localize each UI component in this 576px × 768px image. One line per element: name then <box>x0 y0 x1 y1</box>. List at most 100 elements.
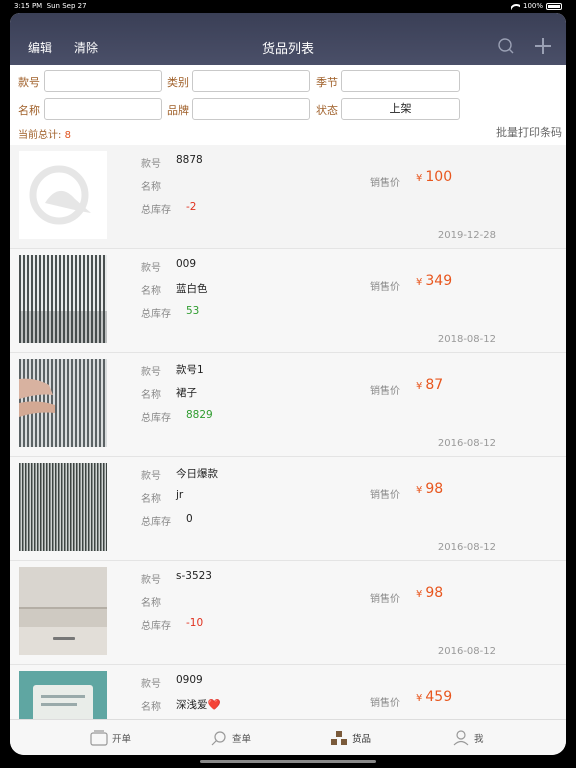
style-no-value: 0909 <box>176 674 203 686</box>
style-no-value: 款号1 <box>176 364 204 376</box>
style-no-label: 款号 <box>141 471 161 482</box>
stock-value: 8829 <box>186 409 213 421</box>
item-date: 2019-12-28 <box>437 230 496 241</box>
item-date: 2016-08-12 <box>437 646 496 657</box>
tab-search-order-label: 查单 <box>232 734 252 745</box>
name-value: 深浅爱❤️ <box>176 699 221 711</box>
price-value: ¥98 <box>416 585 444 601</box>
goods-icon <box>331 731 347 745</box>
battery-percent: 100% <box>522 2 543 10</box>
page-title: 货品列表 <box>261 42 314 57</box>
list-item[interactable]: 款号 0909 名称 深浅爱❤️ 销售价 ¥459 <box>10 665 566 719</box>
price-label: 销售价 <box>370 490 400 501</box>
placeholder-image <box>19 151 107 239</box>
filter-label-category: 类别 <box>167 76 189 89</box>
product-photo <box>19 255 107 343</box>
category-input[interactable] <box>192 70 310 92</box>
season-input[interactable] <box>341 70 460 92</box>
name-label: 名称 <box>141 286 161 297</box>
tab-order-label: 开单 <box>112 734 132 745</box>
batch-print-button[interactable]: 批量打印条码 <box>496 124 562 140</box>
style-no-input[interactable] <box>44 70 162 92</box>
filter-panel: 款号 类别 季节 名称 品牌 状态 上架 <box>10 65 566 145</box>
list-item[interactable]: 款号 8878 名称 总库存 -2 销售价 ¥100 2019-12-28 <box>10 145 566 249</box>
search-order-icon <box>211 731 226 746</box>
style-no-value: 009 <box>176 258 197 270</box>
price-label: 销售价 <box>370 386 400 397</box>
order-icon <box>90 730 108 746</box>
price-value: ¥100 <box>416 169 453 185</box>
app-screen: 编辑 清除 货品列表 款号 类别 季节 名称 品牌 状态 上架 当前总计: 8 … <box>10 13 566 755</box>
tab-me-label: 我 <box>474 734 484 745</box>
product-photo <box>19 359 107 447</box>
price-label: 销售价 <box>370 282 400 293</box>
price-value: ¥349 <box>416 273 453 289</box>
stock-value: -10 <box>186 617 204 629</box>
status-bar: 3:15 PM Sun Sep 27 100% <box>0 0 576 13</box>
price-label: 销售价 <box>370 178 400 189</box>
filter-label-style-no: 款号 <box>18 76 40 89</box>
item-date: 2016-08-12 <box>437 542 496 553</box>
tab-order[interactable]: 开单 <box>90 720 131 755</box>
price-label: 销售价 <box>370 698 400 709</box>
item-date: 2018-08-12 <box>437 334 496 345</box>
stock-value: 0 <box>186 513 193 525</box>
name-label: 名称 <box>141 390 161 401</box>
filter-label-name: 名称 <box>18 104 40 117</box>
name-input[interactable] <box>44 98 162 120</box>
total-count: 当前总计: 8 <box>18 130 71 141</box>
tab-bar: 开单 查单 货品 我 <box>10 719 566 755</box>
stock-value: 53 <box>186 305 200 317</box>
name-value: 蓝白色 <box>176 283 208 295</box>
filter-label-brand: 品牌 <box>167 104 189 117</box>
stock-label: 总库存 <box>141 205 171 216</box>
product-photo <box>19 567 107 655</box>
style-no-label: 款号 <box>141 159 161 170</box>
tab-search-order[interactable]: 查单 <box>210 720 251 755</box>
name-value: 裙子 <box>176 387 197 399</box>
state-select[interactable]: 上架 <box>341 98 460 120</box>
name-label: 名称 <box>141 182 161 193</box>
home-indicator <box>200 760 376 763</box>
style-no-value: 今日爆款 <box>176 468 218 480</box>
price-value: ¥87 <box>416 377 444 393</box>
list-item[interactable]: 款号 009 名称 蓝白色 总库存 53 销售价 ¥349 2018-08-12 <box>10 249 566 353</box>
add-item-icon[interactable] <box>535 38 551 54</box>
goods-list[interactable]: 款号 8878 名称 总库存 -2 销售价 ¥100 2019-12-28 款号… <box>10 145 566 719</box>
price-value: ¥459 <box>416 689 453 705</box>
battery-icon <box>546 2 562 10</box>
style-no-label: 款号 <box>141 679 161 690</box>
search-icon[interactable] <box>498 38 514 54</box>
status-right: 100% <box>511 2 562 10</box>
stock-label: 总库存 <box>141 309 171 320</box>
tab-goods[interactable]: 货品 <box>330 720 371 755</box>
status-time: 3:15 PM Sun Sep 27 <box>14 2 87 10</box>
product-photo <box>19 463 107 551</box>
list-item[interactable]: 款号 款号1 名称 裙子 总库存 8829 销售价 ¥87 2016-08-12 <box>10 353 566 457</box>
stock-label: 总库存 <box>141 517 171 528</box>
style-no-value: s-3523 <box>176 570 212 582</box>
device-frame: 3:15 PM Sun Sep 27 100% 编辑 清除 货品列表 款号 类别… <box>0 0 576 768</box>
product-photo <box>19 671 107 719</box>
tab-goods-label: 货品 <box>352 734 372 745</box>
name-label: 名称 <box>141 702 161 713</box>
price-value: ¥98 <box>416 481 444 497</box>
navigation-bar: 编辑 清除 货品列表 <box>10 13 566 65</box>
name-label: 名称 <box>141 494 161 505</box>
style-no-label: 款号 <box>141 263 161 274</box>
price-label: 销售价 <box>370 594 400 605</box>
stock-label: 总库存 <box>141 621 171 632</box>
list-item[interactable]: 款号 s-3523 名称 总库存 -10 销售价 ¥98 2016-08-12 <box>10 561 566 665</box>
wifi-icon <box>511 3 520 10</box>
tab-me[interactable]: 我 <box>452 720 484 755</box>
item-date: 2016-08-12 <box>437 438 496 449</box>
stock-label: 总库存 <box>141 413 171 424</box>
filter-label-season: 季节 <box>316 76 338 89</box>
style-no-label: 款号 <box>141 575 161 586</box>
name-label: 名称 <box>141 598 161 609</box>
brand-input[interactable] <box>192 98 310 120</box>
filter-label-state: 状态 <box>316 104 338 117</box>
style-no-value: 8878 <box>176 154 203 166</box>
list-item[interactable]: 款号 今日爆款 名称 jr 总库存 0 销售价 ¥98 2016-08-12 <box>10 457 566 561</box>
name-value: jr <box>176 489 184 501</box>
